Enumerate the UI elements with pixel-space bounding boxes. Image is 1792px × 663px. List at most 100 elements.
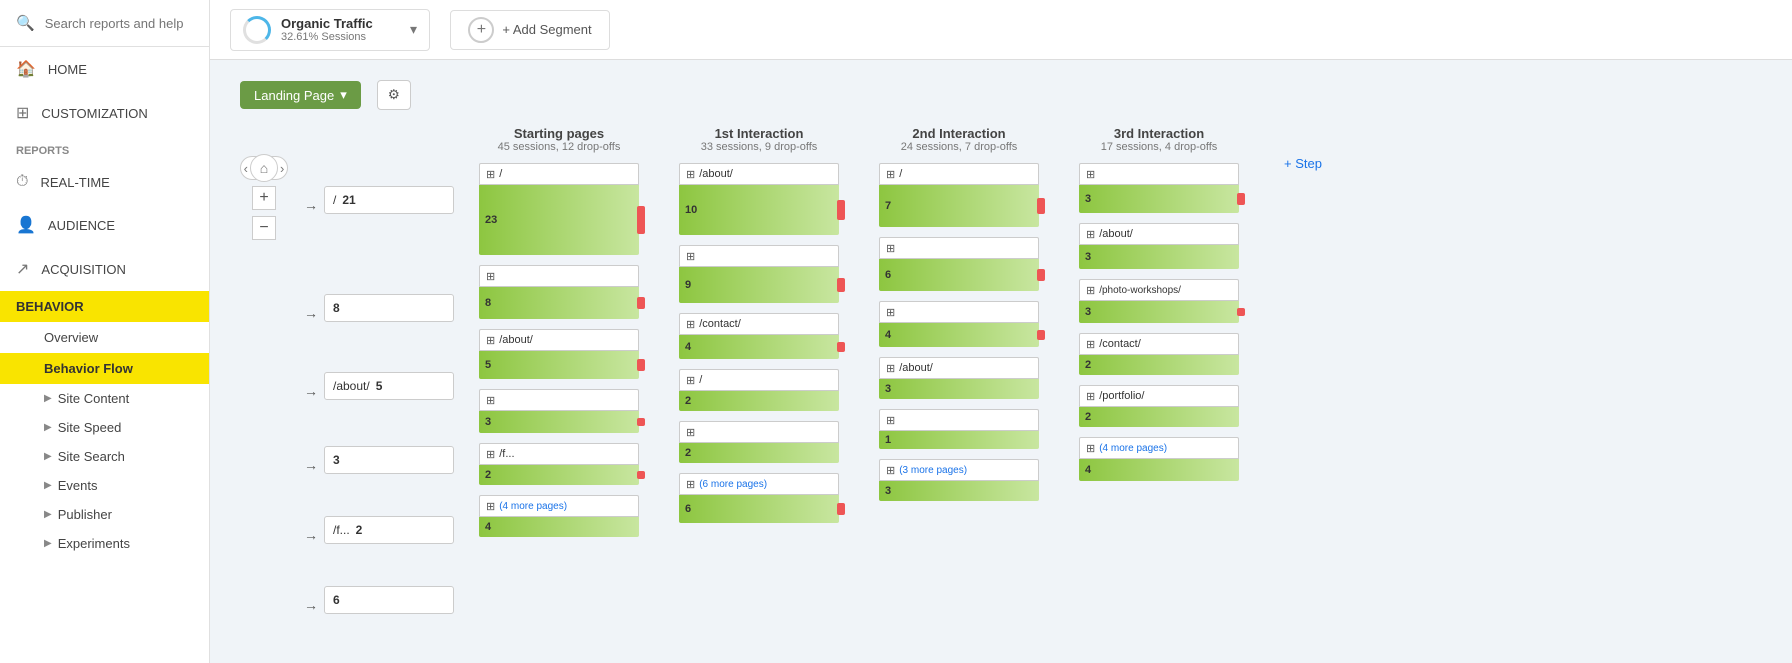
int2-node-1[interactable]: ⊞ 6 [879,237,1039,291]
sidebar-item-site-content[interactable]: ▶ Site Content [0,384,209,413]
add-segment-button[interactable]: + + Add Segment [450,10,610,50]
drop-off-indicator [1037,269,1045,282]
page-icon: ⊞ [1086,442,1095,455]
interaction3-header: 3rd Interaction 17 sessions, 4 drop-offs [1101,126,1218,153]
segment-bar: Organic Traffic 32.61% Sessions ▾ + + Ad… [210,0,1792,60]
int3-node-1[interactable]: ⊞ /about/ 3 [1079,223,1239,269]
acquisition-label: ACQUISITION [41,262,126,277]
int3-node-3[interactable]: ⊞ /contact/ 2 [1079,333,1239,375]
entry-node-2: → /about/ 5 [304,372,454,410]
int1-node-1[interactable]: ⊞ 9 [679,245,839,303]
int3-node-4[interactable]: ⊞ /portfolio/ 2 [1079,385,1239,427]
sidebar-item-realtime[interactable]: ⏱ REAL-TIME [0,161,209,203]
starting-node-1[interactable]: ⊞ 8 [479,265,639,319]
entry-node-box-2[interactable]: /about/ 5 [324,372,454,400]
dropdown-arrow-icon: ▾ [340,87,347,103]
int1-node-0[interactable]: ⊞ /about/ 10 [679,163,839,235]
sidebar-item-customization[interactable]: ⊞ CUSTOMIZATION [0,91,209,135]
home-nav-icon[interactable]: ⌂ [250,154,278,182]
entry-column: → / 21 → 8 → /about/ 5 → 3 [304,186,454,624]
entry-arrow-icon: → [304,527,318,543]
int3-node-0[interactable]: ⊞ 3 [1079,163,1239,213]
entry-arrow-icon: → [304,305,318,321]
entry-node-1: → 8 [304,294,454,332]
int2-node-5[interactable]: ⊞ (3 more pages) 3 [879,459,1039,501]
sidebar-item-audience[interactable]: 👤 AUDIENCE [0,203,209,247]
drop-off-indicator [1237,193,1245,204]
starting-pages-title: Starting pages [498,126,621,141]
int3-node-5[interactable]: ⊞ (4 more pages) 4 [1079,437,1239,481]
navigation-controls: ‹ ⌂ › + − [240,156,288,240]
drop-off-indicator [1037,330,1045,340]
page-icon: ⊞ [886,306,895,319]
interaction1-column: 1st Interaction 33 sessions, 9 drop-offs… [674,126,844,533]
int2-node-2[interactable]: ⊞ 4 [879,301,1039,347]
int2-node-0[interactable]: ⊞ / 7 [879,163,1039,227]
add-segment-icon: + [468,17,494,43]
drop-off-indicator [837,200,845,220]
page-icon: ⊞ [486,500,495,513]
segment-chip-organic[interactable]: Organic Traffic 32.61% Sessions ▾ [230,9,430,51]
home-label: HOME [48,62,87,77]
int1-node-2[interactable]: ⊞ /contact/ 4 [679,313,839,359]
page-icon: ⊞ [486,270,495,283]
entry-arrow-icon: → [304,383,318,399]
sidebar-item-behavior[interactable]: BEHAVIOR [0,291,209,322]
add-step-button[interactable]: + Step [1284,156,1322,171]
page-icon: ⊞ [886,242,895,255]
sidebar-item-site-speed[interactable]: ▶ Site Speed [0,413,209,442]
entry-arrow-icon: → [304,597,318,613]
page-icon: ⊞ [486,168,495,181]
interaction3-stats: 17 sessions, 4 drop-offs [1101,141,1218,153]
entry-node-box-0[interactable]: / 21 [324,186,454,214]
expand-icon: ▶ [44,538,52,549]
int1-node-5[interactable]: ⊞ (6 more pages) 6 [679,473,839,523]
int3-node-2[interactable]: ⊞ /photo-workshops/ 3 [1079,279,1239,323]
zoom-out-button[interactable]: − [252,216,276,240]
entry-node-box-1[interactable]: 8 [324,294,454,322]
search-input[interactable] [45,16,193,31]
expand-icon: ▶ [44,451,52,462]
entry-node-box-3[interactable]: 3 [324,446,454,474]
acquisition-icon: ↗ [16,259,29,279]
starting-node-3[interactable]: ⊞ 3 [479,389,639,433]
segment-dropdown-arrow[interactable]: ▾ [410,21,417,38]
search-bar[interactable]: 🔍 [0,0,209,47]
starting-node-5[interactable]: ⊞ (4 more pages) 4 [479,495,639,537]
sidebar-item-events[interactable]: ▶ Events [0,471,209,500]
int1-node-3[interactable]: ⊞ / 2 [679,369,839,411]
starting-node-4[interactable]: ⊞ /f... 2 [479,443,639,485]
sidebar-item-acquisition[interactable]: ↗ ACQUISITION [0,247,209,291]
starting-node-0[interactable]: ⊞ / 23 [479,163,639,255]
customization-label: CUSTOMIZATION [41,106,147,121]
int2-node-3[interactable]: ⊞ /about/ 3 [879,357,1039,399]
landing-page-button[interactable]: Landing Page ▾ [240,81,361,109]
interaction3-title: 3rd Interaction [1101,126,1218,141]
starting-pages-column: Starting pages 45 sessions, 12 drop-offs… [474,126,644,547]
page-icon: ⊞ [486,334,495,347]
site-speed-label: Site Speed [58,420,122,435]
events-label: Events [58,478,98,493]
drop-off-indicator [637,471,645,479]
gear-button[interactable]: ⚙ [377,80,411,110]
sidebar-item-behavior-flow[interactable]: Behavior Flow [0,353,209,384]
int2-node-4[interactable]: ⊞ 1 [879,409,1039,449]
customization-icon: ⊞ [16,103,29,123]
sidebar-item-experiments[interactable]: ▶ Experiments [0,529,209,558]
gear-icon: ⚙ [388,87,400,102]
entry-node-box-4[interactable]: /f... 2 [324,516,454,544]
starting-node-2[interactable]: ⊞ /about/ 5 [479,329,639,379]
sidebar-item-home[interactable]: 🏠 HOME [0,47,209,91]
sidebar-item-site-search[interactable]: ▶ Site Search [0,442,209,471]
page-icon: ⊞ [886,168,895,181]
sidebar-item-overview[interactable]: Overview [0,322,209,353]
sidebar-item-publisher[interactable]: ▶ Publisher [0,500,209,529]
zoom-in-button[interactable]: + [252,186,276,210]
entry-node-box-5[interactable]: 6 [324,586,454,614]
main-content: Organic Traffic 32.61% Sessions ▾ + + Ad… [210,0,1792,663]
pan-control[interactable]: ‹ ⌂ › [240,156,288,180]
page-icon: ⊞ [1086,390,1095,403]
drop-off-indicator [837,278,845,292]
page-icon: ⊞ [1086,284,1095,297]
int1-node-4[interactable]: ⊞ 2 [679,421,839,463]
